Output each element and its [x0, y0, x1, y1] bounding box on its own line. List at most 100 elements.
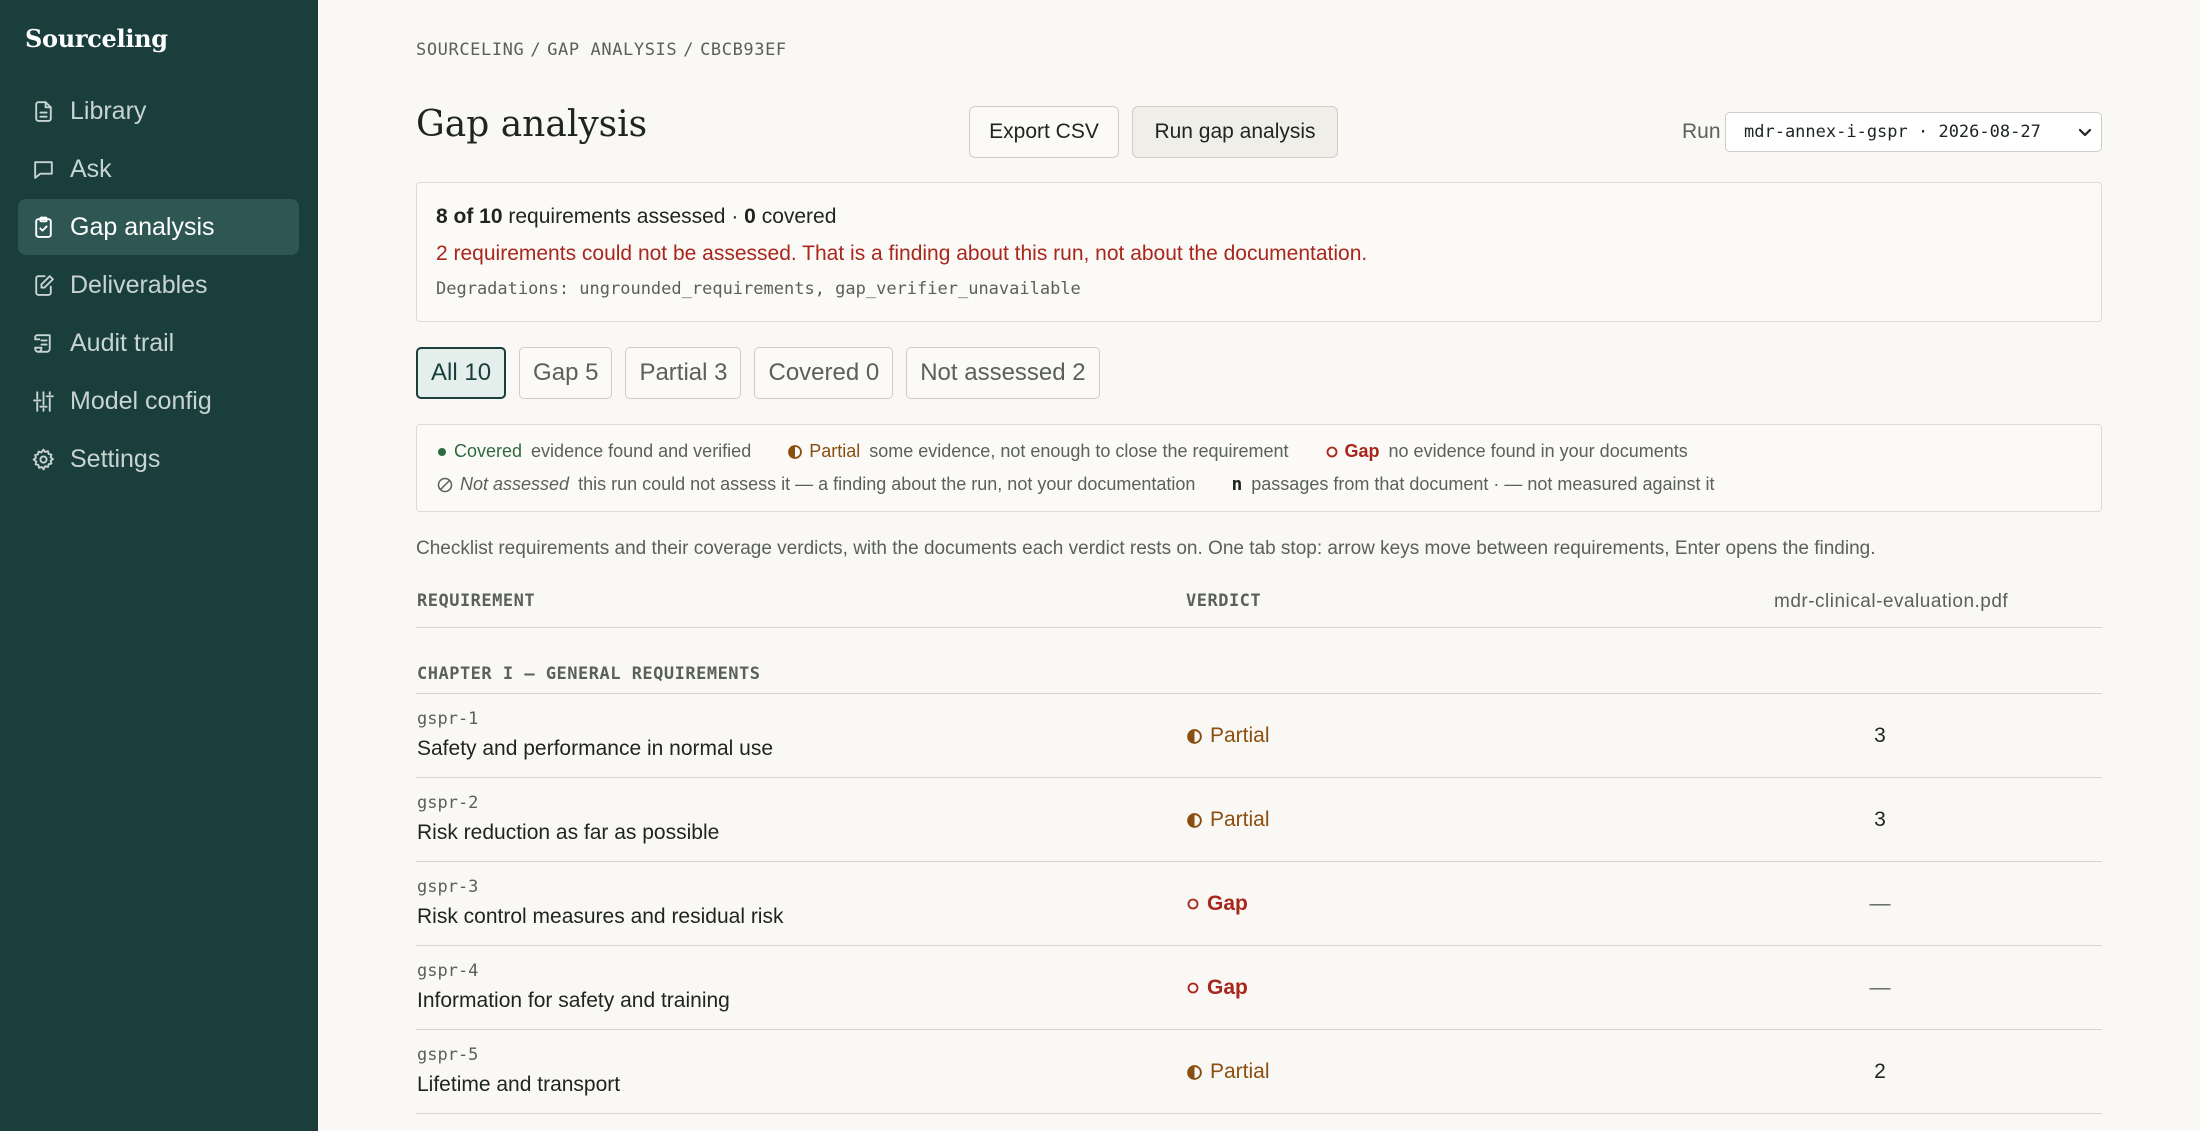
filter-chip-partial[interactable]: Partial 3 — [625, 347, 742, 399]
table-row[interactable]: gspr-2 Risk reduction as far as possible… — [416, 778, 2102, 862]
export-csv-button[interactable]: Export CSV — [969, 106, 1119, 158]
breadcrumb-separator: / — [683, 40, 695, 60]
table-row[interactable]: gspr-5 Lifetime and transport Partial 2 — [416, 1030, 2102, 1114]
table-header: REQUIREMENT VERDICT mdr-clinical-evaluat… — [416, 580, 2102, 628]
verdict-label: Partial — [1210, 808, 1270, 831]
verdict-label: Partial — [1210, 1060, 1270, 1083]
verdict-legend: Covered evidence found and verified Part… — [416, 424, 2102, 512]
group-title: CHAPTER I — GENERAL REQUIREMENTS — [417, 664, 761, 684]
verdict-label: Partial — [1210, 724, 1270, 747]
empty-circle-icon — [1187, 982, 1199, 994]
requirement-id: gspr-4 — [417, 961, 479, 981]
sidebar-item-label: Model config — [70, 386, 212, 415]
sidebar-item-label: Deliverables — [70, 270, 208, 299]
half-circle-icon — [1187, 1064, 1202, 1080]
covered-count: 0 — [744, 205, 756, 228]
verdict-badge: Partial — [1186, 808, 1270, 832]
empty-circle-icon — [1187, 898, 1199, 910]
covered-dot-icon — [438, 447, 446, 456]
half-circle-icon — [1187, 812, 1202, 828]
requirement-id: gspr-3 — [417, 877, 479, 897]
verdict-label: Gap — [1207, 892, 1248, 915]
passage-count: — — [1869, 976, 1891, 999]
verdict-badge: Gap — [1186, 892, 1248, 916]
requirement-title: Safety and performance in normal use — [417, 737, 774, 760]
sliders-icon — [33, 390, 54, 412]
sidebar-item-deliverables[interactable]: Deliverables — [18, 257, 299, 313]
covered-text: covered — [761, 205, 837, 228]
main-content: SOURCELING / GAP ANALYSIS / CBCB93EF Gap ana… — [416, 0, 2102, 1131]
breadcrumb-item[interactable]: GAP ANALYSIS — [547, 40, 677, 60]
requirement-id: gspr-1 — [417, 709, 479, 729]
requirement-title: Risk control measures and residual risk — [417, 905, 784, 928]
run-select-label: Run — [1682, 120, 1721, 143]
sidebar-item-library[interactable]: Library — [18, 83, 299, 139]
verdict-badge: Gap — [1186, 976, 1248, 1000]
sidebar-item-audit-trail[interactable]: Audit trail — [18, 315, 299, 371]
sidebar-item-label: Ask — [70, 154, 112, 183]
legend-desc: passages from that document · — not meas… — [1251, 474, 1715, 494]
filter-chip-covered[interactable]: Covered 0 — [754, 347, 894, 399]
legend-item-partial: Partial some evidence, not enough to clo… — [787, 441, 1289, 462]
degradations-text: Degradations: ungrounded_requirements, g… — [436, 279, 1081, 299]
requirement-title: Risk reduction as far as possible — [417, 821, 720, 844]
run-select-value: mdr-annex-i-gspr · 2026-08-27 — [1744, 122, 2041, 142]
edit-document-icon — [35, 274, 54, 296]
sidebar-item-ask[interactable]: Ask — [18, 141, 299, 197]
sidebar-item-label: Audit trail — [70, 328, 175, 357]
legend-item-gap: Gap no evidence found in your documents — [1325, 441, 1688, 462]
column-header-document: mdr-clinical-evaluation.pdf — [1774, 591, 2009, 612]
breadcrumb: SOURCELING / GAP ANALYSIS / CBCB93EF — [416, 40, 787, 60]
sidebar: Sourceling Library Ask Gap analysis Deli… — [0, 0, 318, 1131]
column-header-requirement: REQUIREMENT — [417, 591, 536, 611]
verdict-filter-chips: All 10 Gap 5 Partial 3 Covered 0 Not ass… — [416, 347, 1113, 399]
legend-desc: this run could not assess it — a finding… — [578, 474, 1196, 494]
empty-circle-icon — [1326, 446, 1337, 457]
sidebar-item-gap-analysis[interactable]: Gap analysis — [18, 199, 299, 255]
requirement-title: Information for safety and training — [417, 989, 730, 1012]
breadcrumb-item: CBCB93EF — [700, 40, 787, 60]
legend-term: Covered — [454, 441, 523, 461]
filter-chip-all[interactable]: All 10 — [416, 347, 507, 399]
filter-chip-not-assessed[interactable]: Not assessed 2 — [906, 347, 1100, 399]
breadcrumb-item[interactable]: SOURCELING — [416, 40, 524, 60]
sidebar-item-settings[interactable]: Settings — [18, 431, 299, 487]
requirements-table[interactable]: REQUIREMENT VERDICT mdr-clinical-evaluat… — [416, 580, 2102, 1114]
page-title: Gap analysis — [416, 104, 648, 145]
legend-desc: evidence found and verified — [531, 441, 752, 461]
column-header-verdict: VERDICT — [1186, 591, 1262, 611]
filter-chip-gap[interactable]: Gap 5 — [519, 347, 613, 399]
chat-icon — [34, 160, 53, 179]
chevron-down-icon — [2078, 128, 2092, 137]
table-rows: gspr-1 Safety and performance in normal … — [416, 694, 2102, 1114]
table-row[interactable]: gspr-3 Risk control measures and residua… — [416, 862, 2102, 946]
sidebar-item-model-config[interactable]: Model config — [18, 373, 299, 429]
passage-count: — — [1869, 892, 1891, 915]
verdict-badge: Partial — [1186, 1060, 1270, 1084]
slashed-circle-icon — [437, 477, 453, 492]
run-gap-analysis-button[interactable]: Run gap analysis — [1132, 106, 1338, 158]
brand-logo[interactable]: Sourceling — [25, 24, 168, 53]
passage-count: 3 — [1874, 724, 1886, 747]
sidebar-item-label: Gap analysis — [70, 212, 215, 241]
assessed-count: 8 of 10 — [436, 205, 503, 228]
table-caption: Checklist requirements and their coverag… — [416, 538, 1876, 559]
table-row[interactable]: gspr-4 Information for safety and traini… — [416, 946, 2102, 1030]
legend-term: Not assessed — [460, 474, 570, 494]
table-row[interactable]: gspr-1 Safety and performance in normal … — [416, 694, 2102, 778]
run-select[interactable]: mdr-annex-i-gspr · 2026-08-27 — [1725, 112, 2102, 152]
requirement-id: gspr-5 — [417, 1045, 479, 1065]
sidebar-nav: Library Ask Gap analysis Deliverables Au… — [18, 83, 299, 489]
passage-count: 3 — [1874, 808, 1886, 831]
legend-term: Partial — [809, 441, 861, 461]
clipboard-check-icon — [35, 216, 52, 238]
assessment-warning: 2 requirements could not be assessed. Th… — [436, 242, 1368, 265]
requirement-id: gspr-2 — [417, 793, 479, 813]
legend-term: Gap — [1344, 441, 1380, 461]
breadcrumb-separator: / — [530, 40, 542, 60]
run-summary-panel: 8 of 10 requirements assessed · 0 covere… — [416, 182, 2102, 322]
legend-desc: some evidence, not enough to close the r… — [869, 441, 1289, 461]
document-icon — [35, 100, 52, 122]
legend-item-not-assessed: Not assessed this run could not assess i… — [436, 474, 1195, 495]
verdict-badge: Partial — [1186, 724, 1270, 748]
